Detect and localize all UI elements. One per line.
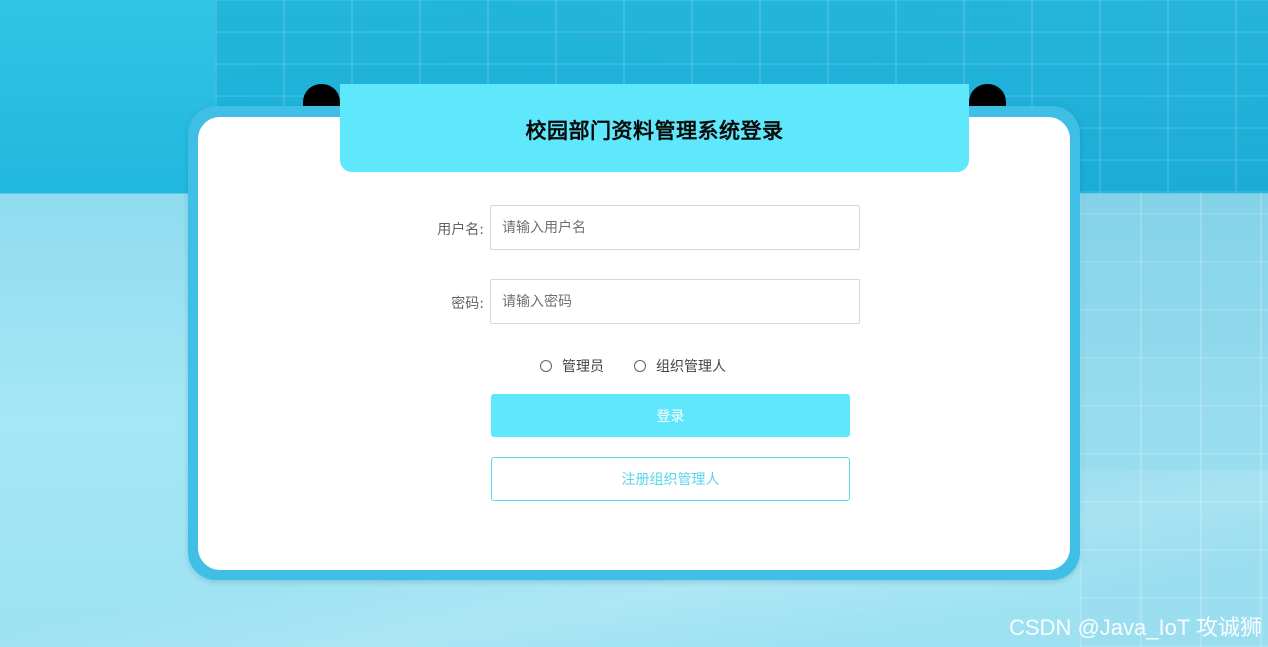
login-card: [198, 117, 1070, 570]
role-radio-admin[interactable]: 管理员: [540, 356, 604, 376]
radio-circle-icon[interactable]: [634, 360, 646, 372]
role-radio-label[interactable]: 管理员: [562, 356, 604, 376]
page-title: 校园部门资料管理系统登录: [525, 119, 784, 143]
username-input[interactable]: [490, 205, 860, 250]
password-label: 密码:: [451, 296, 484, 312]
login-button[interactable]: 登录: [491, 394, 850, 437]
register-org-manager-button[interactable]: 注册组织管理人: [491, 457, 850, 501]
role-radio-label[interactable]: 组织管理人: [656, 356, 726, 376]
role-radio-group: 管理员 组织管理人: [540, 356, 756, 376]
password-input[interactable]: [490, 279, 860, 324]
role-radio-org-manager[interactable]: 组织管理人: [634, 356, 726, 376]
watermark: CSDN @Java_IoT 攻诚狮: [1009, 615, 1262, 640]
username-label: 用户名:: [437, 222, 484, 238]
radio-circle-icon[interactable]: [540, 360, 552, 372]
title-banner: 校园部门资料管理系统登录: [340, 84, 969, 172]
